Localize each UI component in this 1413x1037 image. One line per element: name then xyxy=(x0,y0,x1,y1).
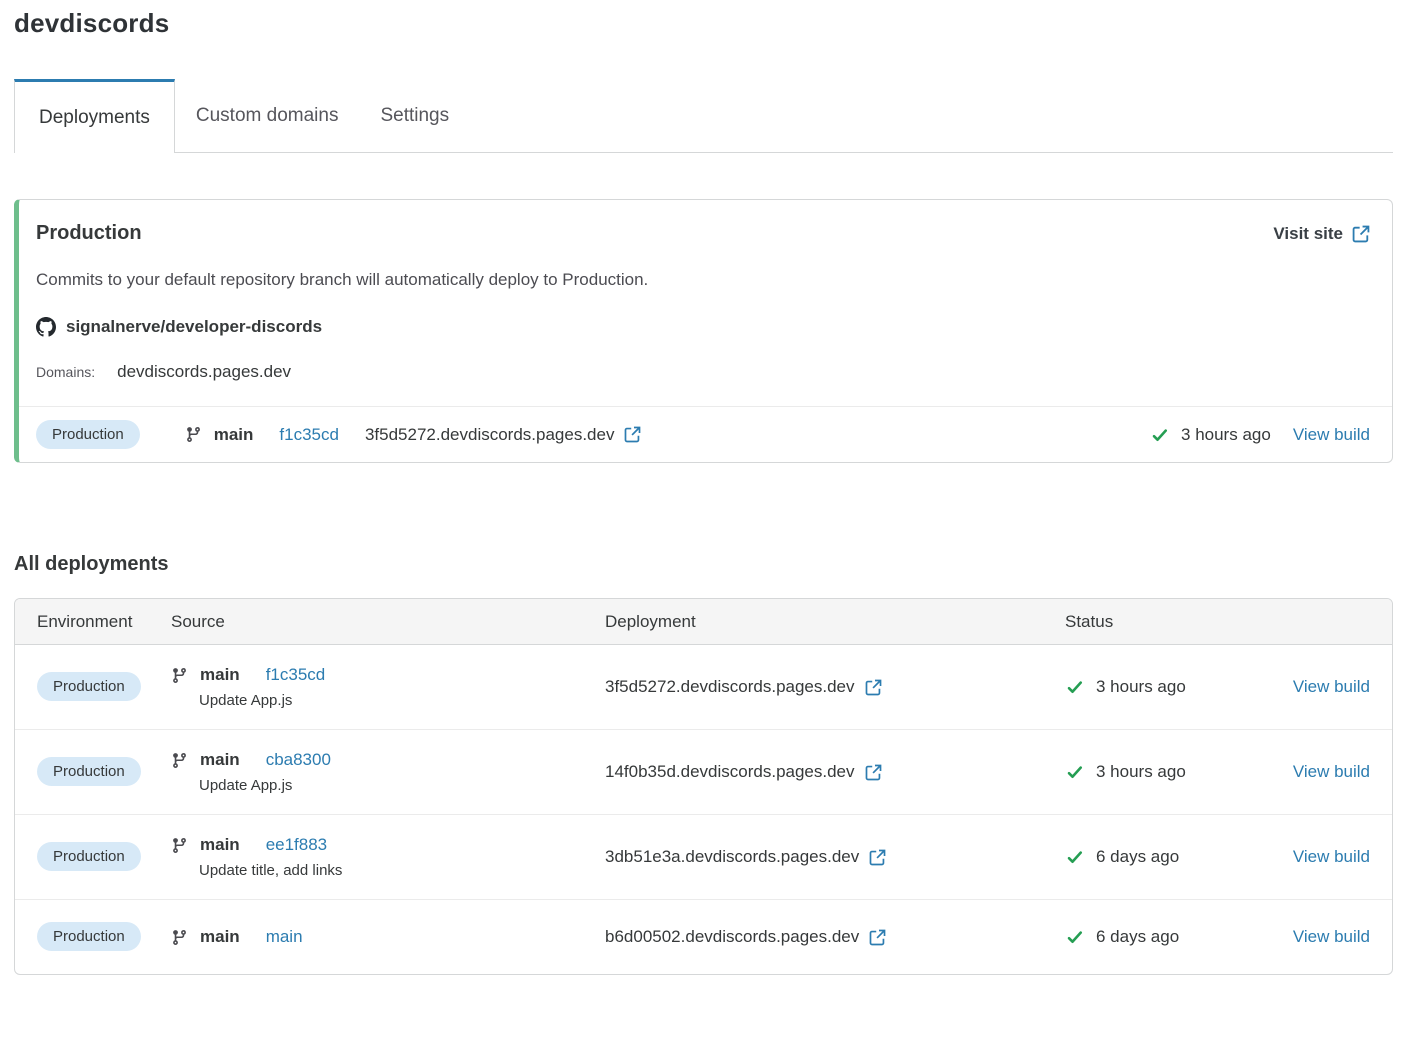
tab-deployments[interactable]: Deployments xyxy=(14,79,175,153)
pages-project-page: devdiscords Deployments Custom domains S… xyxy=(0,0,1413,975)
column-header-deployment: Deployment xyxy=(605,612,1065,632)
check-icon xyxy=(1065,679,1084,695)
column-header-environment: Environment xyxy=(37,612,171,632)
deployment-url: 3db51e3a.devdiscords.pages.dev xyxy=(605,847,859,867)
deployment-url: b6d00502.devdiscords.pages.dev xyxy=(605,927,859,947)
deployments-table: Environment Source Deployment Status Pro… xyxy=(14,598,1393,975)
deployment-url: 3f5d5272.devdiscords.pages.dev xyxy=(365,425,615,445)
commit-message: Update App.js xyxy=(171,777,605,794)
open-deployment-link[interactable] xyxy=(624,426,641,443)
environment-badge: Production xyxy=(37,922,141,951)
open-deployment-link[interactable] xyxy=(869,929,886,946)
tab-settings[interactable]: Settings xyxy=(359,79,470,152)
domains-label: Domains: xyxy=(36,364,95,380)
branch-name: main xyxy=(200,665,240,685)
commit-link[interactable]: cba8300 xyxy=(266,750,331,770)
repo-name: signalnerve/developer-discords xyxy=(66,317,322,337)
view-build-link[interactable]: View build xyxy=(1293,762,1370,781)
branch-name: main xyxy=(200,927,240,947)
page-title: devdiscords xyxy=(14,8,1393,39)
git-branch-icon xyxy=(171,929,188,946)
open-deployment-link[interactable] xyxy=(865,764,882,781)
environment-badge: Production xyxy=(37,842,141,871)
git-branch-icon xyxy=(185,426,202,443)
commit-message: Update title, add links xyxy=(171,862,605,879)
git-branch-icon xyxy=(171,752,188,769)
table-row: Production main cba8300 Update App.js 14… xyxy=(15,730,1392,815)
branch-name: main xyxy=(214,425,254,445)
domains-row: Domains: devdiscords.pages.dev xyxy=(36,362,1370,382)
external-link-icon xyxy=(624,426,641,443)
tab-custom-domains[interactable]: Custom domains xyxy=(175,79,360,152)
commit-link[interactable]: f1c35cd xyxy=(279,425,339,445)
branch-name: main xyxy=(200,835,240,855)
status-time: 3 hours ago xyxy=(1096,762,1186,782)
open-deployment-link[interactable] xyxy=(865,679,882,696)
table-header: Environment Source Deployment Status xyxy=(15,599,1392,645)
production-title: Production xyxy=(36,222,142,245)
environment-badge: Production xyxy=(36,420,140,449)
github-icon xyxy=(36,317,56,337)
check-icon xyxy=(1065,929,1084,945)
all-deployments-title: All deployments xyxy=(14,553,1393,576)
column-header-status: Status xyxy=(1065,612,1284,632)
column-header-source: Source xyxy=(171,612,605,632)
commit-link[interactable]: ee1f883 xyxy=(266,835,327,855)
check-icon xyxy=(1065,764,1084,780)
branch-name: main xyxy=(200,750,240,770)
deployment-url: 14f0b35d.devdiscords.pages.dev xyxy=(605,762,855,782)
visit-site-link[interactable]: Visit site xyxy=(1273,224,1370,244)
status-time: 3 hours ago xyxy=(1096,677,1186,697)
status-time: 6 days ago xyxy=(1096,927,1179,947)
environment-badge: Production xyxy=(37,757,141,786)
tab-bar: Deployments Custom domains Settings xyxy=(14,79,1393,153)
view-build-link[interactable]: View build xyxy=(1293,677,1370,696)
table-row: Production main main b6d00502.devdiscord… xyxy=(15,900,1392,974)
status-time: 6 days ago xyxy=(1096,847,1179,867)
git-branch-icon xyxy=(171,667,188,684)
repo-link[interactable]: signalnerve/developer-discords xyxy=(36,317,1370,337)
table-row: Production main f1c35cd Update App.js 3f… xyxy=(15,645,1392,730)
check-icon xyxy=(1065,849,1084,865)
view-build-link[interactable]: View build xyxy=(1293,425,1370,445)
domains-value: devdiscords.pages.dev xyxy=(117,362,291,382)
check-icon xyxy=(1150,427,1169,443)
commit-link[interactable]: f1c35cd xyxy=(266,665,326,685)
production-deployment-row: Production main f1c35cd 3f5d5272.devdisc… xyxy=(19,406,1392,462)
branch-link[interactable]: main xyxy=(266,927,303,947)
production-description: Commits to your default repository branc… xyxy=(36,270,1370,290)
production-card: Production Visit site Commits to your de… xyxy=(14,199,1393,463)
git-branch-icon xyxy=(171,837,188,854)
deployment-url: 3f5d5272.devdiscords.pages.dev xyxy=(605,677,855,697)
external-link-icon xyxy=(869,849,886,866)
visit-site-label: Visit site xyxy=(1273,224,1343,244)
open-deployment-link[interactable] xyxy=(869,849,886,866)
external-link-icon xyxy=(1352,225,1370,243)
external-link-icon xyxy=(865,764,882,781)
table-row: Production main ee1f883 Update title, ad… xyxy=(15,815,1392,900)
external-link-icon xyxy=(869,929,886,946)
environment-badge: Production xyxy=(37,672,141,701)
view-build-link[interactable]: View build xyxy=(1293,927,1370,946)
view-build-link[interactable]: View build xyxy=(1293,847,1370,866)
external-link-icon xyxy=(865,679,882,696)
commit-message: Update App.js xyxy=(171,692,605,709)
status-time: 3 hours ago xyxy=(1181,425,1271,445)
production-card-body: Production Visit site Commits to your de… xyxy=(19,200,1392,406)
